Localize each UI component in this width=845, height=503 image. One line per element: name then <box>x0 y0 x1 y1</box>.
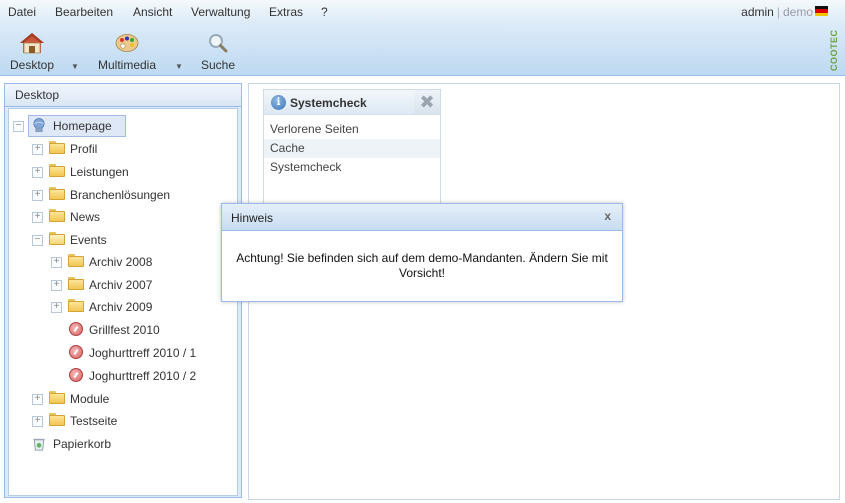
tree-node-label: Papierkorb <box>53 437 112 451</box>
event-icon <box>69 345 85 360</box>
systemcheck-portlet: i Systemcheck ✖ Verlorene Seiten Cache S… <box>263 89 441 209</box>
tree-node-branchenloesungen[interactable]: + Branchenlösungen <box>32 185 232 205</box>
folder-icon <box>68 277 84 292</box>
tree-node-grillfest-2010[interactable]: Grillfest 2010 <box>51 320 231 340</box>
multimedia-dropdown-arrow-icon[interactable]: ▼ <box>175 62 183 71</box>
tree-node-label: Homepage <box>53 119 112 133</box>
brand-logo: COOTEC <box>829 29 839 71</box>
menu-bearbeiten[interactable]: Bearbeiten <box>55 5 113 19</box>
menu-bar: Datei Bearbeiten Ansicht Verwaltung Extr… <box>0 0 845 24</box>
portlet-link-systemcheck[interactable]: Systemcheck <box>264 158 440 177</box>
expand-toggle-icon[interactable]: + <box>32 416 43 427</box>
portlet-list: Verlorene Seiten Cache Systemcheck <box>264 120 440 177</box>
tree-node-news[interactable]: + News <box>32 207 232 227</box>
tree-node-module[interactable]: + Module <box>32 389 232 409</box>
dialog-message: Achtung! Sie befinden sich auf dem demo-… <box>236 251 608 280</box>
german-flag-icon[interactable] <box>815 6 828 16</box>
folder-icon <box>49 413 65 428</box>
folder-icon <box>68 254 84 269</box>
tree-node-label: Module <box>70 392 110 406</box>
dialog-header: Hinweis x <box>222 204 622 231</box>
tree-node-label: Archiv 2007 <box>89 278 153 292</box>
tree-node-label: Joghurttreff 2010 / 2 <box>89 369 197 383</box>
tree-node-homepage[interactable]: − Homepage <box>13 115 213 137</box>
expand-toggle-icon[interactable]: + <box>51 257 62 268</box>
user-name[interactable]: admin <box>741 5 774 19</box>
menu-ansicht[interactable]: Ansicht <box>133 5 172 19</box>
menu-extras[interactable]: Extras <box>269 5 303 19</box>
tree-node-label: Grillfest 2010 <box>89 323 160 337</box>
tree-node-archiv-2009[interactable]: + Archiv 2009 <box>51 297 231 317</box>
tree-node-label: News <box>70 210 101 224</box>
folder-icon <box>49 141 65 156</box>
tree-node-leistungen[interactable]: + Leistungen <box>32 162 232 182</box>
palette-icon <box>115 34 139 52</box>
folder-icon <box>49 164 65 179</box>
expand-toggle-icon[interactable]: + <box>51 280 62 291</box>
folder-icon <box>49 187 65 202</box>
magnifier-icon <box>209 34 228 53</box>
toolbar: Desktop ▼ Multimedia ▼ Suche COOTEC <box>0 24 845 76</box>
tree-node-papierkorb[interactable]: Papierkorb <box>13 434 213 454</box>
event-icon <box>69 322 85 337</box>
folder-icon <box>68 299 84 314</box>
open-folder-icon <box>49 232 65 247</box>
desktop-button[interactable]: Desktop <box>8 32 56 72</box>
info-icon: i <box>271 95 286 110</box>
expand-toggle-icon[interactable]: + <box>32 212 43 223</box>
dialog-title: Hinweis <box>231 211 274 225</box>
desktop-panel-title: Desktop <box>5 84 241 107</box>
user-info: admin | demo <box>741 5 813 19</box>
menu-datei[interactable]: Datei <box>8 5 36 19</box>
folder-icon <box>49 209 65 224</box>
tree-node-joghurttreff-2010-1[interactable]: Joghurttreff 2010 / 1 <box>51 343 231 363</box>
portlet-link-cache[interactable]: Cache <box>264 139 440 158</box>
globe-home-icon <box>33 118 45 133</box>
tree-node-label: Profil <box>70 142 98 156</box>
expand-toggle-icon[interactable]: + <box>32 167 43 178</box>
tree-node-label: Branchenlösungen <box>70 188 171 202</box>
expand-toggle-icon[interactable]: + <box>32 190 43 201</box>
tree-node-label: Testseite <box>70 414 118 428</box>
tree-node-label: Leistungen <box>70 165 129 179</box>
tree-node-archiv-2007[interactable]: + Archiv 2007 <box>51 275 231 295</box>
menu-verwaltung[interactable]: Verwaltung <box>191 5 250 19</box>
tree-node-label: Archiv 2008 <box>89 255 153 269</box>
desktop-panel: Desktop − Homepage + Profil + Leistungen… <box>4 83 242 498</box>
multimedia-button[interactable]: Multimedia <box>96 32 158 72</box>
tenant-name[interactable]: demo <box>783 5 813 19</box>
multimedia-label: Multimedia <box>97 58 157 72</box>
expand-toggle-icon[interactable]: + <box>32 144 43 155</box>
tree-node-label: Joghurttreff 2010 / 1 <box>89 346 197 360</box>
desktop-label: Desktop <box>9 58 55 72</box>
trash-icon <box>33 438 45 451</box>
house-icon <box>20 33 44 54</box>
collapse-toggle-icon[interactable]: − <box>32 235 43 246</box>
desktop-dropdown-arrow-icon[interactable]: ▼ <box>71 62 79 71</box>
portlet-link-verlorene-seiten[interactable]: Verlorene Seiten <box>264 120 440 139</box>
tree-node-archiv-2008[interactable]: + Archiv 2008 <box>51 252 231 272</box>
event-icon <box>69 368 85 383</box>
user-separator: | <box>776 5 780 19</box>
tree-node-testseite[interactable]: + Testseite <box>32 411 232 431</box>
portlet-title: Systemcheck <box>290 96 367 110</box>
close-icon[interactable]: ✖ <box>414 90 440 115</box>
menu-help[interactable]: ? <box>321 5 328 19</box>
collapse-toggle-icon[interactable]: − <box>13 121 24 132</box>
tree-node-events[interactable]: − Events <box>32 230 232 250</box>
tree-node-label: Archiv 2009 <box>89 300 153 314</box>
tree-node-label: Events <box>70 233 107 247</box>
portlet-header: i Systemcheck ✖ <box>264 90 440 115</box>
close-icon[interactable]: x <box>604 209 611 223</box>
expand-toggle-icon[interactable]: + <box>32 394 43 405</box>
folder-icon <box>49 391 65 406</box>
tree-node-joghurttreff-2010-2[interactable]: Joghurttreff 2010 / 2 <box>51 366 231 386</box>
search-button[interactable]: Suche <box>199 32 237 72</box>
tree-node-profil[interactable]: + Profil <box>32 139 232 159</box>
expand-toggle-icon[interactable]: + <box>51 302 62 313</box>
notice-dialog: Hinweis x Achtung! Sie befinden sich auf… <box>221 203 623 302</box>
search-label: Suche <box>200 58 236 72</box>
page-tree: − Homepage + Profil + Leistungen + Branc… <box>8 108 238 496</box>
